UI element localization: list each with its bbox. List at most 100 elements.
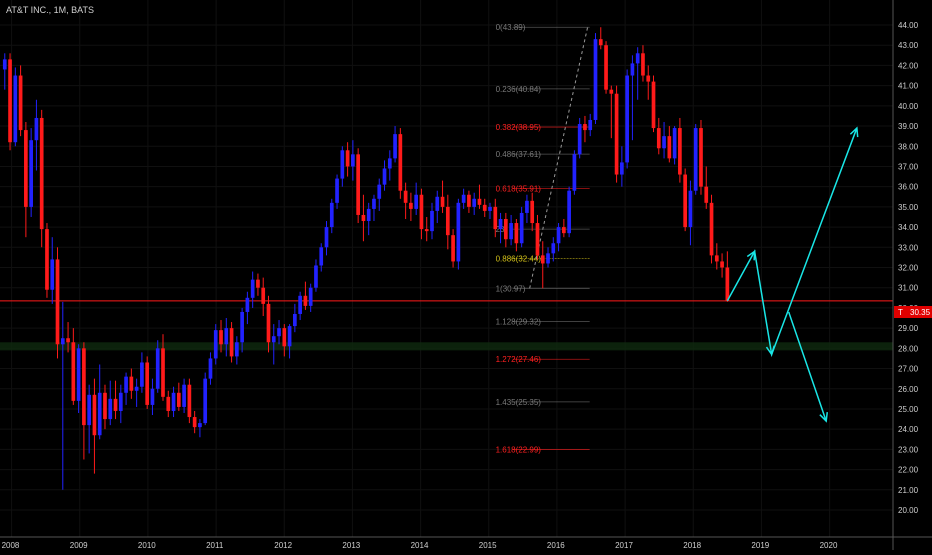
x-tick-label: 2020 (820, 541, 838, 550)
candle-body (134, 386, 139, 391)
candle-body (55, 259, 60, 345)
candle-body (166, 396, 171, 411)
y-tick-label: 34.00 (898, 223, 919, 232)
x-tick-label: 2018 (683, 541, 701, 550)
candle-body (683, 174, 688, 228)
candle-body (598, 39, 603, 46)
candle-body (635, 53, 640, 64)
candle-body (414, 194, 419, 209)
y-tick-label: 43.00 (898, 41, 919, 50)
candle-body (250, 279, 255, 298)
candle-body (678, 128, 682, 175)
candle-body (29, 140, 33, 207)
candle-body (2, 59, 7, 70)
candle-body (324, 227, 329, 248)
candle-body (198, 423, 202, 428)
candle-body (76, 348, 81, 401)
candle-body (530, 200, 535, 224)
candle-body (361, 214, 366, 222)
price-chart[interactable]: 0(43.89) 0.236(40.84) 0.382(38.95) 0.486(37… (0, 0, 932, 550)
price-tag-value: 30.35 (910, 308, 931, 317)
candle-body (329, 202, 334, 228)
candle-body (503, 219, 508, 240)
fib-level-label: 0(43.89) (496, 23, 526, 32)
candle-body (261, 287, 266, 304)
x-tick-label: 2015 (479, 541, 497, 550)
candle-body (356, 154, 360, 215)
candle-body (699, 128, 703, 187)
y-tick-label: 20.00 (898, 506, 919, 515)
candle-body (229, 328, 234, 357)
fib-level-label: 0.886(32.44) (496, 255, 542, 264)
candle-body (13, 75, 18, 143)
candle-body (672, 128, 677, 159)
candle-body (445, 206, 450, 236)
candle-body (488, 206, 492, 211)
candle-body (456, 202, 461, 262)
y-tick-label: 36.00 (898, 183, 919, 192)
candle-body (424, 229, 429, 232)
y-tick-label: 25.00 (898, 405, 919, 414)
y-tick-label: 26.00 (898, 385, 919, 394)
candle-body (693, 128, 698, 191)
candle-body (50, 259, 55, 290)
candle-body (630, 63, 635, 76)
candle-body (213, 330, 218, 359)
candle-body (572, 154, 577, 191)
candle-body (351, 154, 355, 167)
x-tick-label: 2008 (2, 541, 20, 550)
candle-body (382, 168, 387, 185)
candle-body (567, 190, 571, 234)
candle-body (662, 136, 666, 149)
chart-root: 0(43.89) 0.236(40.84) 0.382(38.95) 0.486(37… (0, 0, 932, 550)
candle-body (24, 130, 28, 207)
candle-body (435, 196, 440, 211)
candle-body (398, 134, 403, 191)
support-zone-layer (0, 342, 893, 351)
candle-body (540, 255, 545, 264)
candle-body (393, 134, 397, 159)
fib-level-label: 0.618(35.91) (496, 184, 542, 193)
x-tick-label: 2012 (274, 541, 292, 550)
candle-body (366, 208, 371, 222)
candle-body (45, 229, 49, 290)
candle-body (604, 45, 608, 90)
y-tick-label: 28.00 (898, 344, 919, 353)
candle-body (129, 376, 134, 391)
candle-body (155, 348, 160, 389)
candle-body (103, 392, 107, 420)
candle-body (588, 119, 593, 131)
candle-body (113, 398, 118, 411)
price-tag: T 30.35 (894, 306, 932, 318)
candle-body (108, 398, 113, 420)
candle-body (345, 150, 350, 167)
candle-body (192, 417, 197, 428)
x-tick-label: 2009 (70, 541, 88, 550)
candle-body (656, 128, 661, 149)
candle-body (651, 81, 656, 129)
candle-body (303, 295, 308, 306)
candle-body (240, 311, 244, 343)
y-tick-label: 39.00 (898, 122, 919, 131)
candle-body (509, 223, 513, 240)
y-tick-label: 42.00 (898, 61, 919, 70)
candle-body (440, 196, 445, 207)
candle-body (620, 162, 624, 175)
candle-body (377, 184, 382, 199)
candle-body (277, 328, 281, 337)
fib-level-label: 1(30.97) (496, 284, 526, 293)
y-tick-label: 23.00 (898, 445, 919, 454)
fib-level-label: 1.435(25.35) (496, 398, 542, 407)
chart-background (0, 0, 932, 550)
candle-body (667, 136, 672, 159)
x-tick-label: 2011 (206, 541, 224, 550)
candle-body (688, 190, 693, 228)
y-tick-label: 40.00 (898, 102, 919, 111)
candle-body (298, 295, 302, 314)
candle-body (145, 362, 150, 405)
candle-body (66, 338, 70, 343)
candle-body (641, 53, 645, 76)
candle-body (266, 303, 271, 343)
candle-body (39, 117, 44, 230)
fib-level-label: 1.272(27.46) (496, 355, 542, 364)
